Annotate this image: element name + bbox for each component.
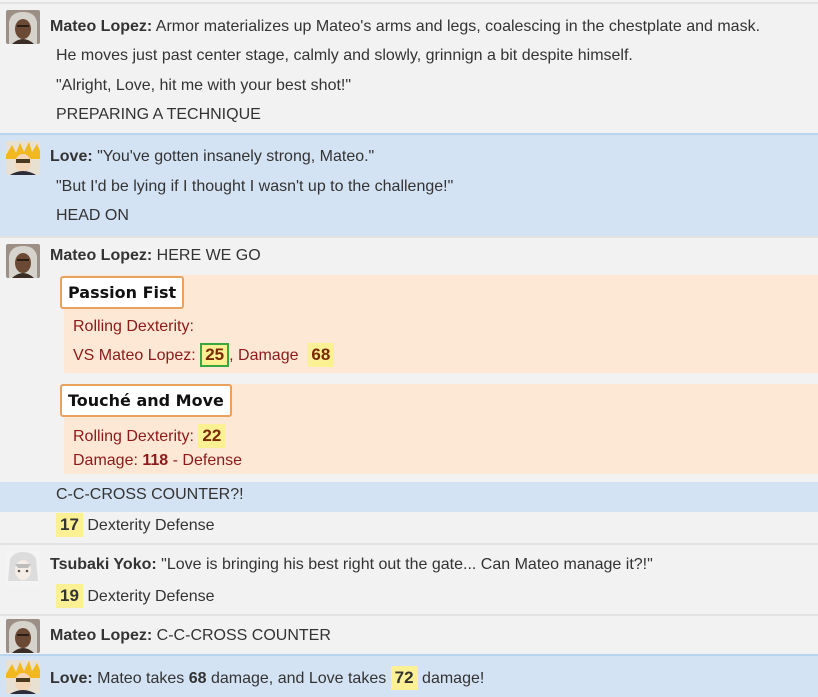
speaker-name[interactable]: Love: [50,148,93,165]
speaker-name[interactable]: Mateo Lopez: [50,247,152,264]
defense-value[interactable]: 19 [56,584,83,608]
speaker-name[interactable]: Mateo Lopez: [50,18,152,35]
message-love-1: Love: "You've gotten insanely strong, Ma… [0,133,818,236]
message-text: HEAD ON [56,207,129,224]
defense-label: Dexterity Defense [87,517,215,534]
vs-label: VS Mateo Lopez: [73,347,196,364]
damage-label: , Damage [229,347,299,364]
message-text: He moves just past center stage, calmly … [56,47,633,64]
damage-value: 68 [188,670,207,687]
technique-title[interactable]: Touché and Move [60,384,232,417]
love-avatar-icon[interactable] [6,660,40,694]
damage-value[interactable]: 72 [390,666,418,690]
message-text: Mateo takes [97,670,185,687]
roll-result[interactable]: 22 [198,424,226,448]
message-text: damage! [422,670,485,687]
technique-title[interactable]: Passion Fist [60,276,185,309]
tsubaki-avatar-icon[interactable] [6,551,40,585]
mateo-avatar-icon[interactable] [6,244,40,278]
message-love-2: Love: Mateo takes 68 damage, and Love ta… [0,654,818,697]
message-text: "Love is bringing his best right out the… [161,556,653,573]
speaker-name[interactable]: Tsubaki Yoko: [50,556,157,573]
message-mateo-3: Mateo Lopez: C-C-CROSS COUNTER [0,614,818,654]
damage-label: Damage: [73,452,138,469]
roll-label: Rolling Dexterity: [73,428,194,445]
message-text: PREPARING A TECHNIQUE [56,106,261,123]
love-avatar-icon[interactable] [6,141,40,175]
speaker-name[interactable]: Love: [50,670,93,687]
message-text: Armor materializes up Mateo's arms and l… [155,18,761,35]
message-text: HERE WE GO [156,247,261,264]
mateo-avatar-icon[interactable] [6,619,40,653]
roll-result[interactable]: 25 [200,343,230,367]
defense-label: Dexterity Defense [87,588,215,605]
roll-label: Rolling Dexterity: [73,318,194,335]
damage-value[interactable]: 68 [307,343,335,367]
message-text: damage, and Love takes [210,670,387,687]
damage-value: 118 [142,452,169,469]
defense-value[interactable]: 17 [56,513,83,537]
message-text: C-C-CROSS COUNTER?! [56,486,244,503]
message-text: C-C-CROSS COUNTER [156,627,331,644]
roll-block-passion-fist: Passion Fist Rolling Dexterity: VS Mateo… [60,275,818,373]
damage-suffix: - Defense [172,452,243,469]
message-text: "But I'd be lying if I thought I wasn't … [56,178,454,195]
message-text: "Alright, Love, hit me with your best sh… [56,77,352,94]
message-text: "You've gotten insanely strong, Mateo." [97,148,375,165]
message-tsubaki: Tsubaki Yoko: "Love is bringing his best… [0,543,818,614]
message-mateo-1: Mateo Lopez: Armor materializes up Mateo… [0,2,818,133]
message-mateo-2: Mateo Lopez: HERE WE GO Passion Fist Rol… [0,236,818,543]
cross-counter-band: C-C-CROSS COUNTER?! [0,482,818,512]
roll-block-touche-and-move: Touché and Move Rolling Dexterity: 22 Da… [60,384,818,474]
speaker-name[interactable]: Mateo Lopez: [50,627,152,644]
mateo-avatar-icon[interactable] [6,10,40,44]
